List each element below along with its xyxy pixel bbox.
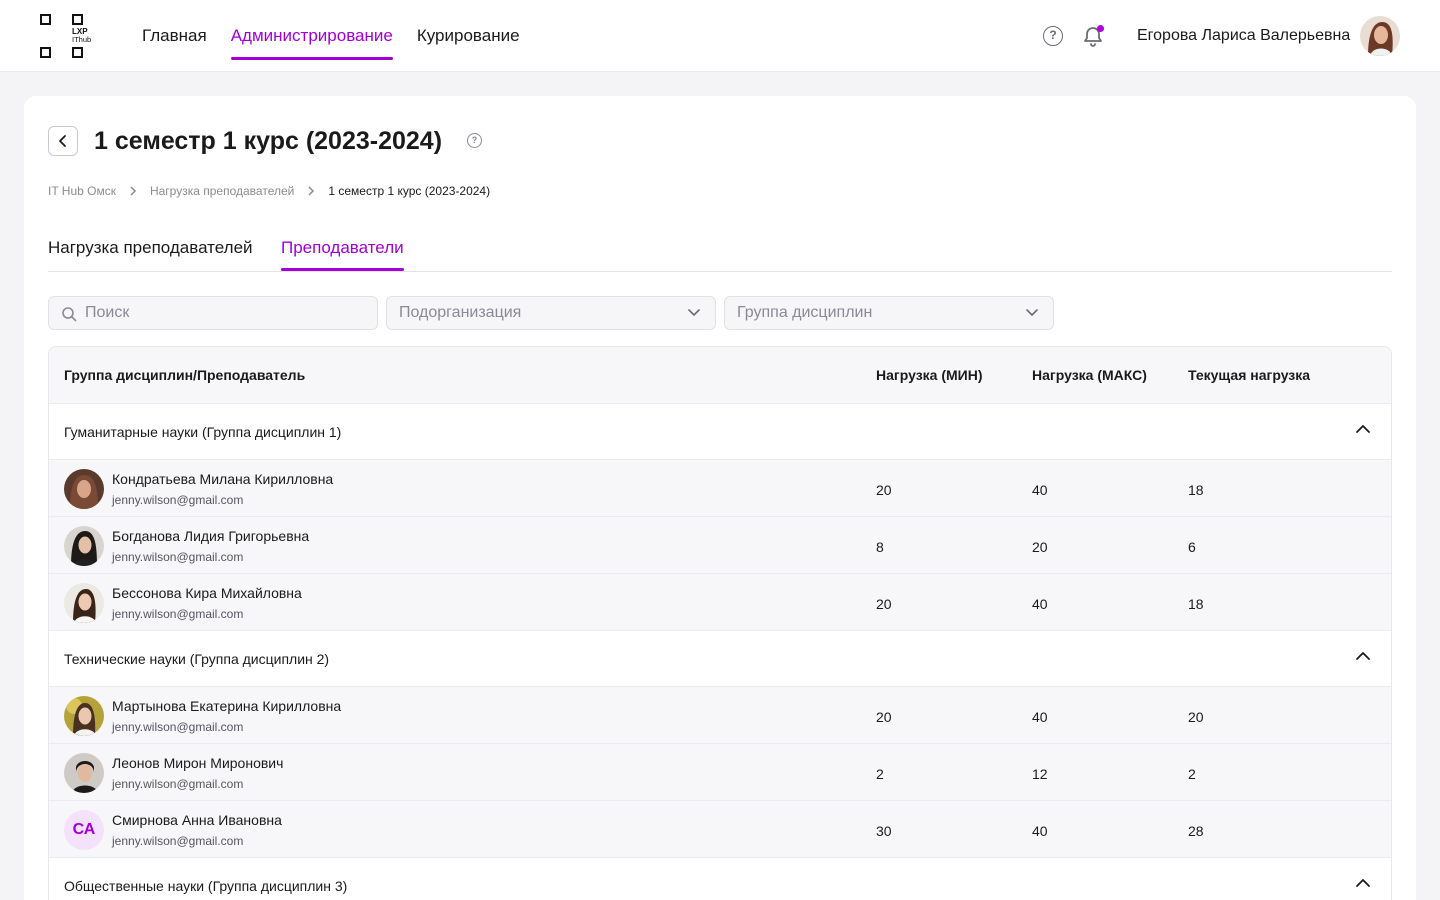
logo-square bbox=[40, 47, 51, 58]
teacher-email: jenny.wilson@gmail.com bbox=[112, 607, 244, 621]
top-navigation-bar: LXP IThub Главная Администрирование Кури… bbox=[0, 0, 1440, 72]
teacher-avatar bbox=[64, 696, 104, 736]
logo-square bbox=[72, 14, 83, 25]
tab-teacher-workload[interactable]: Нагрузка преподавателей bbox=[48, 236, 253, 260]
header-load-min[interactable]: Нагрузка (МИН) bbox=[876, 367, 983, 383]
teacher-name: Кондратьева Милана Кирилловна bbox=[112, 471, 334, 487]
teacher-name: Мартынова Екатерина Кирилловна bbox=[112, 698, 342, 714]
group-title: Общественные науки (Группа дисциплин 3) bbox=[64, 878, 348, 894]
search-input[interactable]: Поиск bbox=[48, 296, 378, 330]
teacher-email: jenny.wilson@gmail.com bbox=[112, 834, 244, 848]
load-min-value: 30 bbox=[876, 823, 892, 839]
nav-home[interactable]: Главная bbox=[142, 0, 207, 72]
load-current-value: 18 bbox=[1188, 482, 1204, 498]
tab-teachers[interactable]: Преподаватели bbox=[281, 236, 404, 271]
chevron-down-icon bbox=[1026, 309, 1038, 317]
load-current-value: 28 bbox=[1188, 823, 1204, 839]
search-placeholder: Поиск bbox=[85, 304, 130, 321]
discipline-group-row[interactable]: Гуманитарные науки (Группа дисциплин 1) bbox=[49, 403, 1391, 459]
teacher-avatar bbox=[64, 469, 104, 509]
teacher-avatar bbox=[64, 526, 104, 566]
group-title: Гуманитарные науки (Группа дисциплин 1) bbox=[64, 424, 342, 440]
load-max-value: 40 bbox=[1032, 482, 1048, 498]
teacher-avatar bbox=[64, 753, 104, 793]
teacher-name: Смирнова Анна Ивановна bbox=[112, 812, 282, 828]
teacher-name: Бессонова Кира Михайловна bbox=[112, 585, 302, 601]
load-max-value: 40 bbox=[1032, 823, 1048, 839]
chevron-right-icon bbox=[307, 186, 315, 196]
header-group-teacher[interactable]: Группа дисциплин/Преподаватель bbox=[64, 367, 305, 383]
breadcrumb-item-org[interactable]: IT Hub Омск bbox=[48, 184, 116, 198]
notification-dot bbox=[1097, 25, 1104, 32]
load-min-value: 20 bbox=[876, 482, 892, 498]
back-button[interactable] bbox=[48, 126, 78, 156]
table-row[interactable]: Леонов Мирон Миронович jenny.wilson@gmai… bbox=[49, 743, 1391, 800]
main-card: 1 семестр 1 курс (2023-2024) ? IT Hub Ом… bbox=[24, 96, 1416, 900]
table-row[interactable]: Бессонова Кира Михайловна jenny.wilson@g… bbox=[49, 573, 1391, 630]
breadcrumb-item-workload[interactable]: Нагрузка преподавателей bbox=[150, 184, 294, 198]
chevron-left-icon bbox=[59, 135, 66, 147]
search-icon bbox=[62, 307, 77, 322]
main-nav: Главная Администрирование Курирование bbox=[142, 0, 520, 72]
chevron-up-icon[interactable] bbox=[1355, 424, 1371, 434]
discipline-group-placeholder: Группа дисциплин bbox=[737, 304, 873, 321]
page-title: 1 семестр 1 курс (2023-2024) bbox=[94, 127, 443, 155]
teacher-email: jenny.wilson@gmail.com bbox=[112, 720, 244, 734]
teacher-email: jenny.wilson@gmail.com bbox=[112, 777, 244, 791]
teachers-table: Группа дисциплин/Преподаватель Нагрузка … bbox=[48, 346, 1392, 900]
load-current-value: 2 bbox=[1188, 766, 1196, 782]
discipline-group-row[interactable]: Технические науки (Группа дисциплин 2) bbox=[49, 630, 1391, 686]
group-title: Технические науки (Группа дисциплин 2) bbox=[64, 651, 330, 667]
header-load-current[interactable]: Текущая нагрузка bbox=[1188, 367, 1310, 383]
discipline-group-row[interactable]: Общественные науки (Группа дисциплин 3) bbox=[49, 857, 1391, 900]
nav-curation[interactable]: Курирование bbox=[417, 0, 520, 72]
suborganization-select[interactable]: Подорганизация bbox=[386, 296, 716, 330]
teacher-name: Леонов Мирон Миронович bbox=[112, 755, 284, 771]
load-min-value: 8 bbox=[876, 539, 884, 555]
bell-icon[interactable] bbox=[1081, 24, 1105, 48]
breadcrumb-item-current: 1 семестр 1 курс (2023-2024) bbox=[328, 184, 491, 198]
chevron-up-icon[interactable] bbox=[1355, 651, 1371, 661]
teacher-email: jenny.wilson@gmail.com bbox=[112, 493, 244, 507]
table-row[interactable]: СА Смирнова Анна Ивановна jenny.wilson@g… bbox=[49, 800, 1391, 857]
help-circle-icon[interactable]: ? bbox=[1041, 24, 1065, 48]
title-help-icon[interactable]: ? bbox=[467, 133, 482, 148]
teacher-email: jenny.wilson@gmail.com bbox=[112, 550, 244, 564]
breadcrumb: IT Hub Омск Нагрузка преподавателей 1 се… bbox=[48, 184, 490, 198]
user-name[interactable]: Егорова Лариса Валерьевна bbox=[1137, 26, 1350, 46]
table-row[interactable]: Мартынова Екатерина Кирилловна jenny.wil… bbox=[49, 686, 1391, 743]
teacher-name: Богданова Лидия Григорьевна bbox=[112, 528, 310, 544]
header-load-max[interactable]: Нагрузка (МАКС) bbox=[1032, 367, 1147, 383]
tabs: Нагрузка преподавателей Преподаватели bbox=[48, 236, 1392, 272]
table-header: Группа дисциплин/Преподаватель Нагрузка … bbox=[49, 347, 1391, 403]
nav-administration[interactable]: Администрирование bbox=[230, 0, 393, 72]
load-max-value: 40 bbox=[1032, 596, 1048, 612]
suborganization-placeholder: Подорганизация bbox=[399, 304, 522, 321]
lxp-ithub-logo[interactable]: LXP IThub bbox=[38, 14, 100, 60]
logo-square bbox=[72, 47, 83, 58]
user-avatar[interactable] bbox=[1360, 16, 1400, 56]
load-max-value: 20 bbox=[1032, 539, 1048, 555]
table-row[interactable]: Кондратьева Милана Кирилловна jenny.wils… bbox=[49, 459, 1391, 516]
load-max-value: 12 bbox=[1032, 766, 1048, 782]
chevron-down-icon bbox=[688, 309, 700, 317]
teacher-initials-avatar: СА bbox=[64, 810, 104, 850]
load-current-value: 18 bbox=[1188, 596, 1204, 612]
discipline-group-select[interactable]: Группа дисциплин bbox=[724, 296, 1054, 330]
logo-square bbox=[40, 14, 51, 25]
load-min-value: 2 bbox=[876, 766, 884, 782]
load-max-value: 40 bbox=[1032, 709, 1048, 725]
load-min-value: 20 bbox=[876, 709, 892, 725]
load-current-value: 20 bbox=[1188, 709, 1204, 725]
logo-text-ithub: IThub bbox=[72, 35, 92, 44]
chevron-right-icon bbox=[129, 186, 137, 196]
load-current-value: 6 bbox=[1188, 539, 1196, 555]
load-min-value: 20 bbox=[876, 596, 892, 612]
teacher-avatar bbox=[64, 583, 104, 623]
table-row[interactable]: Богданова Лидия Григорьевна jenny.wilson… bbox=[49, 516, 1391, 573]
chevron-up-icon[interactable] bbox=[1355, 878, 1371, 888]
